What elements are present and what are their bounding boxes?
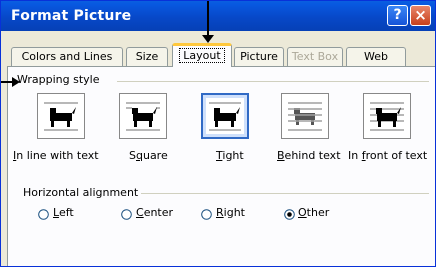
wrap-label-square: Square bbox=[129, 149, 168, 162]
annotation-arrowhead-right bbox=[12, 77, 20, 87]
radio-left[interactable] bbox=[38, 209, 49, 220]
tight-wrap-icon bbox=[206, 98, 244, 134]
radio-label-left[interactable]: Left bbox=[53, 206, 74, 219]
wrap-label-in-line: In line with text bbox=[13, 149, 99, 162]
tab-label: Colors and Lines bbox=[21, 50, 113, 63]
help-button[interactable]: ? bbox=[387, 5, 408, 26]
tab-label: Text Box bbox=[291, 50, 339, 63]
title-bar[interactable]: Format Picture ? × bbox=[1, 1, 435, 31]
wrap-label-tight: Tight bbox=[216, 149, 244, 162]
annotation-arrowhead-down bbox=[202, 35, 214, 43]
group-divider bbox=[141, 193, 429, 194]
radio-label-other[interactable]: Other bbox=[298, 206, 329, 219]
wrap-option-square[interactable] bbox=[119, 93, 167, 139]
behind-text-wrap-icon bbox=[288, 102, 322, 131]
wrap-option-behind-text[interactable] bbox=[281, 93, 329, 139]
radio-center[interactable] bbox=[121, 209, 132, 220]
wrap-option-in-line[interactable] bbox=[37, 93, 85, 139]
close-button[interactable]: × bbox=[410, 5, 431, 26]
group-divider bbox=[117, 81, 429, 82]
radio-right[interactable] bbox=[201, 209, 212, 220]
wrap-option-tight[interactable] bbox=[201, 93, 249, 139]
annotation-arrow-down bbox=[207, 1, 209, 37]
radio-other[interactable] bbox=[284, 209, 295, 220]
tab-label: Web bbox=[364, 50, 388, 63]
horizontal-alignment-heading: Horizontal alignment bbox=[23, 186, 139, 199]
tab-label: Picture bbox=[240, 50, 278, 63]
help-icon: ? bbox=[393, 7, 402, 23]
tab-text-box: Text Box bbox=[287, 47, 343, 66]
in-line-wrap-icon bbox=[44, 102, 78, 131]
tab-web[interactable]: Web bbox=[346, 47, 406, 66]
tab-picture[interactable]: Picture bbox=[234, 47, 284, 66]
window-title: Format Picture bbox=[11, 8, 132, 24]
tab-layout[interactable]: Layout bbox=[172, 43, 232, 67]
radio-label-right[interactable]: Right bbox=[216, 206, 245, 219]
wrap-label-in-front-of-text: In front of text bbox=[348, 149, 428, 162]
tab-size[interactable]: Size bbox=[126, 47, 168, 66]
format-picture-dialog: Format Picture ? × Colors and Lines Size… bbox=[0, 0, 436, 267]
wrap-label-behind-text: Behind text bbox=[277, 149, 341, 162]
wrap-option-in-front-of-text[interactable] bbox=[363, 93, 411, 139]
wrapping-style-heading: Wrapping style bbox=[17, 73, 100, 86]
tab-colors-and-lines[interactable]: Colors and Lines bbox=[11, 47, 123, 66]
tab-label: Layout bbox=[179, 48, 225, 63]
square-wrap-icon bbox=[126, 102, 160, 131]
close-icon: × bbox=[414, 6, 427, 24]
tab-label: Size bbox=[135, 50, 159, 63]
radio-label-center[interactable]: Center bbox=[136, 206, 173, 219]
in-front-of-text-wrap-icon bbox=[370, 102, 404, 131]
